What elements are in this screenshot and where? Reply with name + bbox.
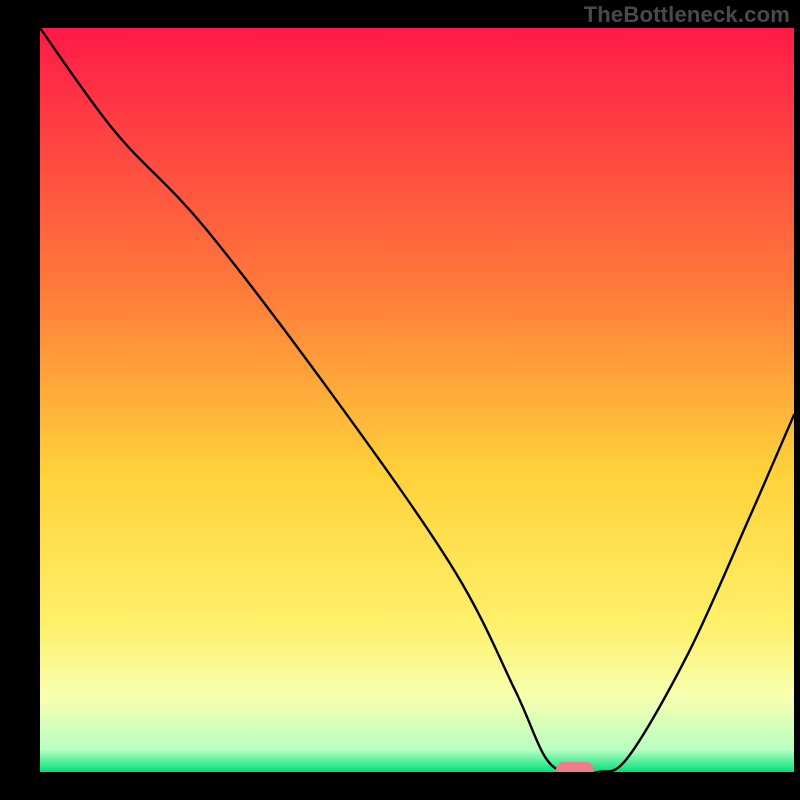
plot-area [40, 28, 794, 772]
gradient-background [40, 28, 794, 772]
outer-frame: TheBottleneck.com [0, 0, 800, 800]
optimal-marker [556, 762, 594, 772]
watermark-text: TheBottleneck.com [584, 2, 790, 28]
chart-svg [40, 28, 794, 772]
